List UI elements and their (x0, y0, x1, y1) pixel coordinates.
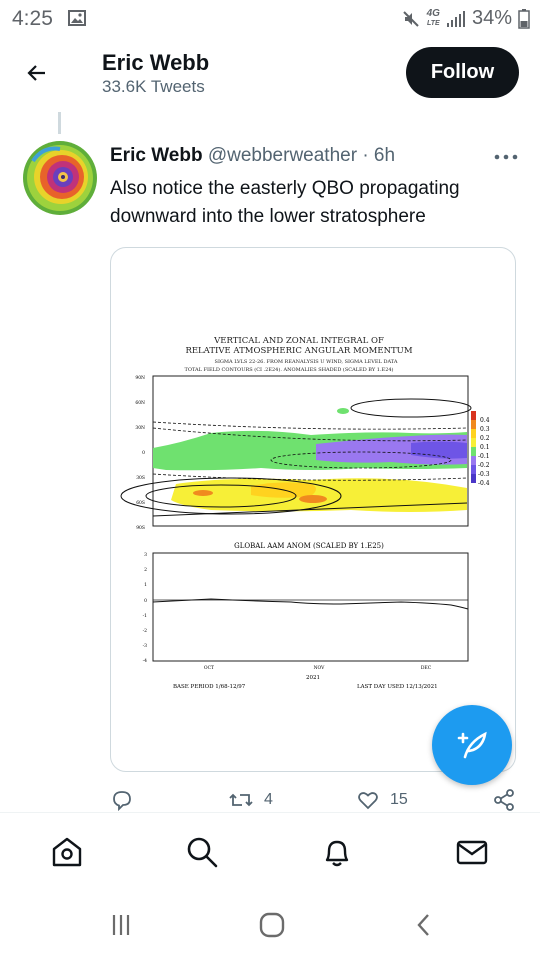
lower-panel: GLOBAL AAM ANOM (SCALED BY 1.E25) 3 2 1 … (143, 542, 469, 690)
profile-header: Eric Webb 33.6K Tweets Follow (0, 38, 540, 110)
cbar-0-1: 0.1 (480, 444, 490, 451)
lat-tick-60s: 60S (136, 500, 145, 506)
cbar-neg-0-4: -0.4 (478, 480, 490, 487)
network-sub-label: LTE (426, 19, 440, 27)
lat-tick-0: 0 (142, 450, 145, 456)
lat-tick-60n: 60N (135, 400, 145, 406)
status-time: 4:25 (12, 7, 53, 30)
lat-tick-90s: 90S (136, 525, 145, 531)
hurricane-avatar-icon (23, 141, 97, 215)
retweet-button[interactable]: 4 (228, 788, 273, 812)
mail-icon (456, 840, 488, 865)
retweet-count: 4 (264, 791, 273, 808)
battery-text: 34% (471, 7, 512, 29)
aam-figure: VERTICAL AND ZONAL INTEGRAL OF RELATIVE … (120, 336, 490, 690)
cbar-0-3: 0.3 (480, 426, 490, 433)
back-chevron-icon (417, 914, 429, 936)
tweet-text: Also notice the easterly QBO propagating… (110, 178, 460, 227)
y-tick-neg1: -1 (143, 613, 148, 619)
y-tick-0: 0 (144, 598, 147, 604)
tweet-author-name[interactable]: Eric Webb (110, 145, 203, 166)
status-icons: 4G LTE 34% (401, 7, 530, 30)
cbar-neg-0-1: -0.1 (478, 453, 490, 460)
figure-year: 2021 (306, 675, 320, 681)
signal-icon (446, 10, 466, 28)
status-bar: 4:25 4G LTE 34% (0, 0, 540, 38)
colorbar: 0.4 0.3 0.2 0.1 -0.1 -0.2 -0.3 -0.4 (471, 411, 490, 487)
lower-title: GLOBAL AAM ANOM (SCALED BY 1.E25) (234, 542, 384, 550)
figure-title-2: RELATIVE ATMOSPHERIC ANGULAR MOMENTUM (185, 346, 412, 356)
home-system-button[interactable] (252, 908, 292, 942)
header-name: Eric Webb (102, 50, 210, 75)
reply-button[interactable] (110, 788, 134, 812)
lat-tick-90n: 90N (135, 375, 145, 381)
like-count: 15 (390, 791, 408, 808)
y-tick-neg2: -2 (143, 628, 148, 634)
home-circle-icon (259, 912, 285, 938)
tweet-header: Eric Webb @webberweather · 6h (110, 145, 395, 167)
y-tick-3: 3 (144, 552, 147, 558)
tweet-handle-time[interactable]: @webberweather · 6h (208, 145, 395, 166)
share-button[interactable] (492, 788, 516, 812)
recent-apps-button[interactable] (101, 908, 141, 942)
y-tick-2: 2 (144, 567, 147, 573)
month-dec: DEC (421, 665, 432, 671)
compose-tweet-button[interactable] (432, 705, 512, 785)
like-button[interactable]: 15 (356, 788, 408, 812)
cbar-0-2: 0.2 (480, 435, 490, 442)
nav-notifications[interactable] (318, 833, 356, 871)
y-tick-1: 1 (144, 582, 147, 588)
bottom-navigation (0, 812, 540, 890)
back-system-button[interactable] (404, 908, 444, 942)
search-icon (187, 837, 218, 868)
reply-icon (113, 791, 131, 812)
follow-button[interactable]: Follow (406, 47, 519, 98)
figure-subtitle-2: TOTAL FIELD CONTOURS (CI .2E24). ANOMALI… (184, 366, 393, 373)
back-arrow-icon (27, 65, 45, 81)
cbar-neg-0-2: -0.2 (478, 462, 490, 469)
more-dots-icon (494, 154, 518, 160)
base-period: BASE PERIOD 1/68-12/97 (173, 684, 246, 690)
home-icon (52, 837, 82, 867)
nav-search[interactable] (183, 833, 221, 871)
system-navigation (0, 890, 540, 960)
avatar[interactable] (23, 141, 97, 215)
y-tick-neg4: -4 (143, 658, 148, 664)
nav-home[interactable] (48, 833, 86, 871)
compose-feather-icon (457, 731, 487, 759)
cbar-neg-0-3: -0.3 (478, 471, 490, 478)
cbar-0-4: 0.4 (480, 417, 490, 424)
network-label: 4G (426, 7, 440, 19)
bell-icon (325, 840, 349, 867)
recent-apps-icon (112, 915, 130, 935)
upper-panel: 90N 60N 30N 0 30S 60S 90S (120, 375, 472, 531)
figure-subtitle-1: SIGMA LVLS 22-26. FROM REANALYSIS U WIND… (215, 359, 398, 365)
heart-icon (358, 792, 378, 810)
mute-icon (401, 9, 421, 29)
share-icon (494, 789, 514, 811)
tweet-count: 33.6K Tweets (102, 77, 205, 96)
lat-tick-30n: 30N (135, 425, 145, 431)
month-nov: NOV (314, 665, 326, 671)
thread-line (58, 112, 61, 134)
tweet-media[interactable]: VERTICAL AND ZONAL INTEGRAL OF RELATIVE … (110, 247, 516, 772)
more-options-button[interactable] (492, 150, 520, 164)
back-button[interactable] (20, 56, 54, 90)
y-tick-neg3: -3 (143, 643, 148, 649)
battery-icon (518, 8, 530, 29)
lat-tick-30s: 30S (136, 475, 145, 481)
figure-title-1: VERTICAL AND ZONAL INTEGRAL OF (213, 336, 384, 346)
gallery-icon (68, 10, 86, 26)
retweet-icon (229, 793, 253, 807)
month-oct: OCT (204, 665, 214, 671)
network-indicator: 4G LTE (426, 7, 440, 29)
last-day-used: LAST DAY USED 12/13/2021 (357, 684, 438, 690)
nav-messages[interactable] (453, 833, 491, 871)
